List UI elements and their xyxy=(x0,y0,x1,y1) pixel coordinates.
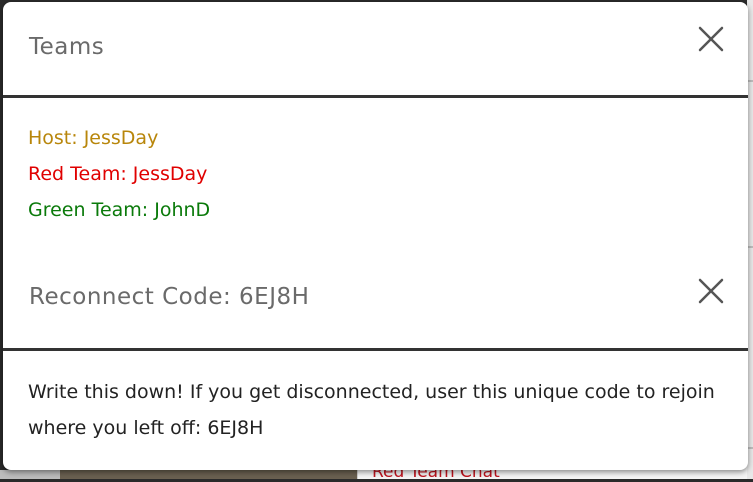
reconnect-code-title: Reconnect Code: 6EJ8H xyxy=(29,284,310,310)
background-panel-left xyxy=(0,470,60,479)
green-team-label: Green Team: JohnD xyxy=(28,199,211,221)
close-icon[interactable] xyxy=(696,276,726,306)
reconnect-divider xyxy=(3,348,748,351)
background-board xyxy=(60,470,357,479)
red-team-label: Red Team: JessDay xyxy=(28,163,208,185)
reconnect-message: Write this down! If you get disconnected… xyxy=(28,381,715,439)
host-label: Host: JessDay xyxy=(28,127,159,149)
teams-modal: Teams Host: JessDay Red Team: JessDay Gr… xyxy=(3,2,748,470)
teams-modal-header: Teams xyxy=(3,2,748,98)
close-icon[interactable] xyxy=(696,24,726,54)
teams-modal-body: Host: JessDay Red Team: JessDay Green Te… xyxy=(3,98,748,348)
teams-modal-title: Teams xyxy=(29,34,105,60)
